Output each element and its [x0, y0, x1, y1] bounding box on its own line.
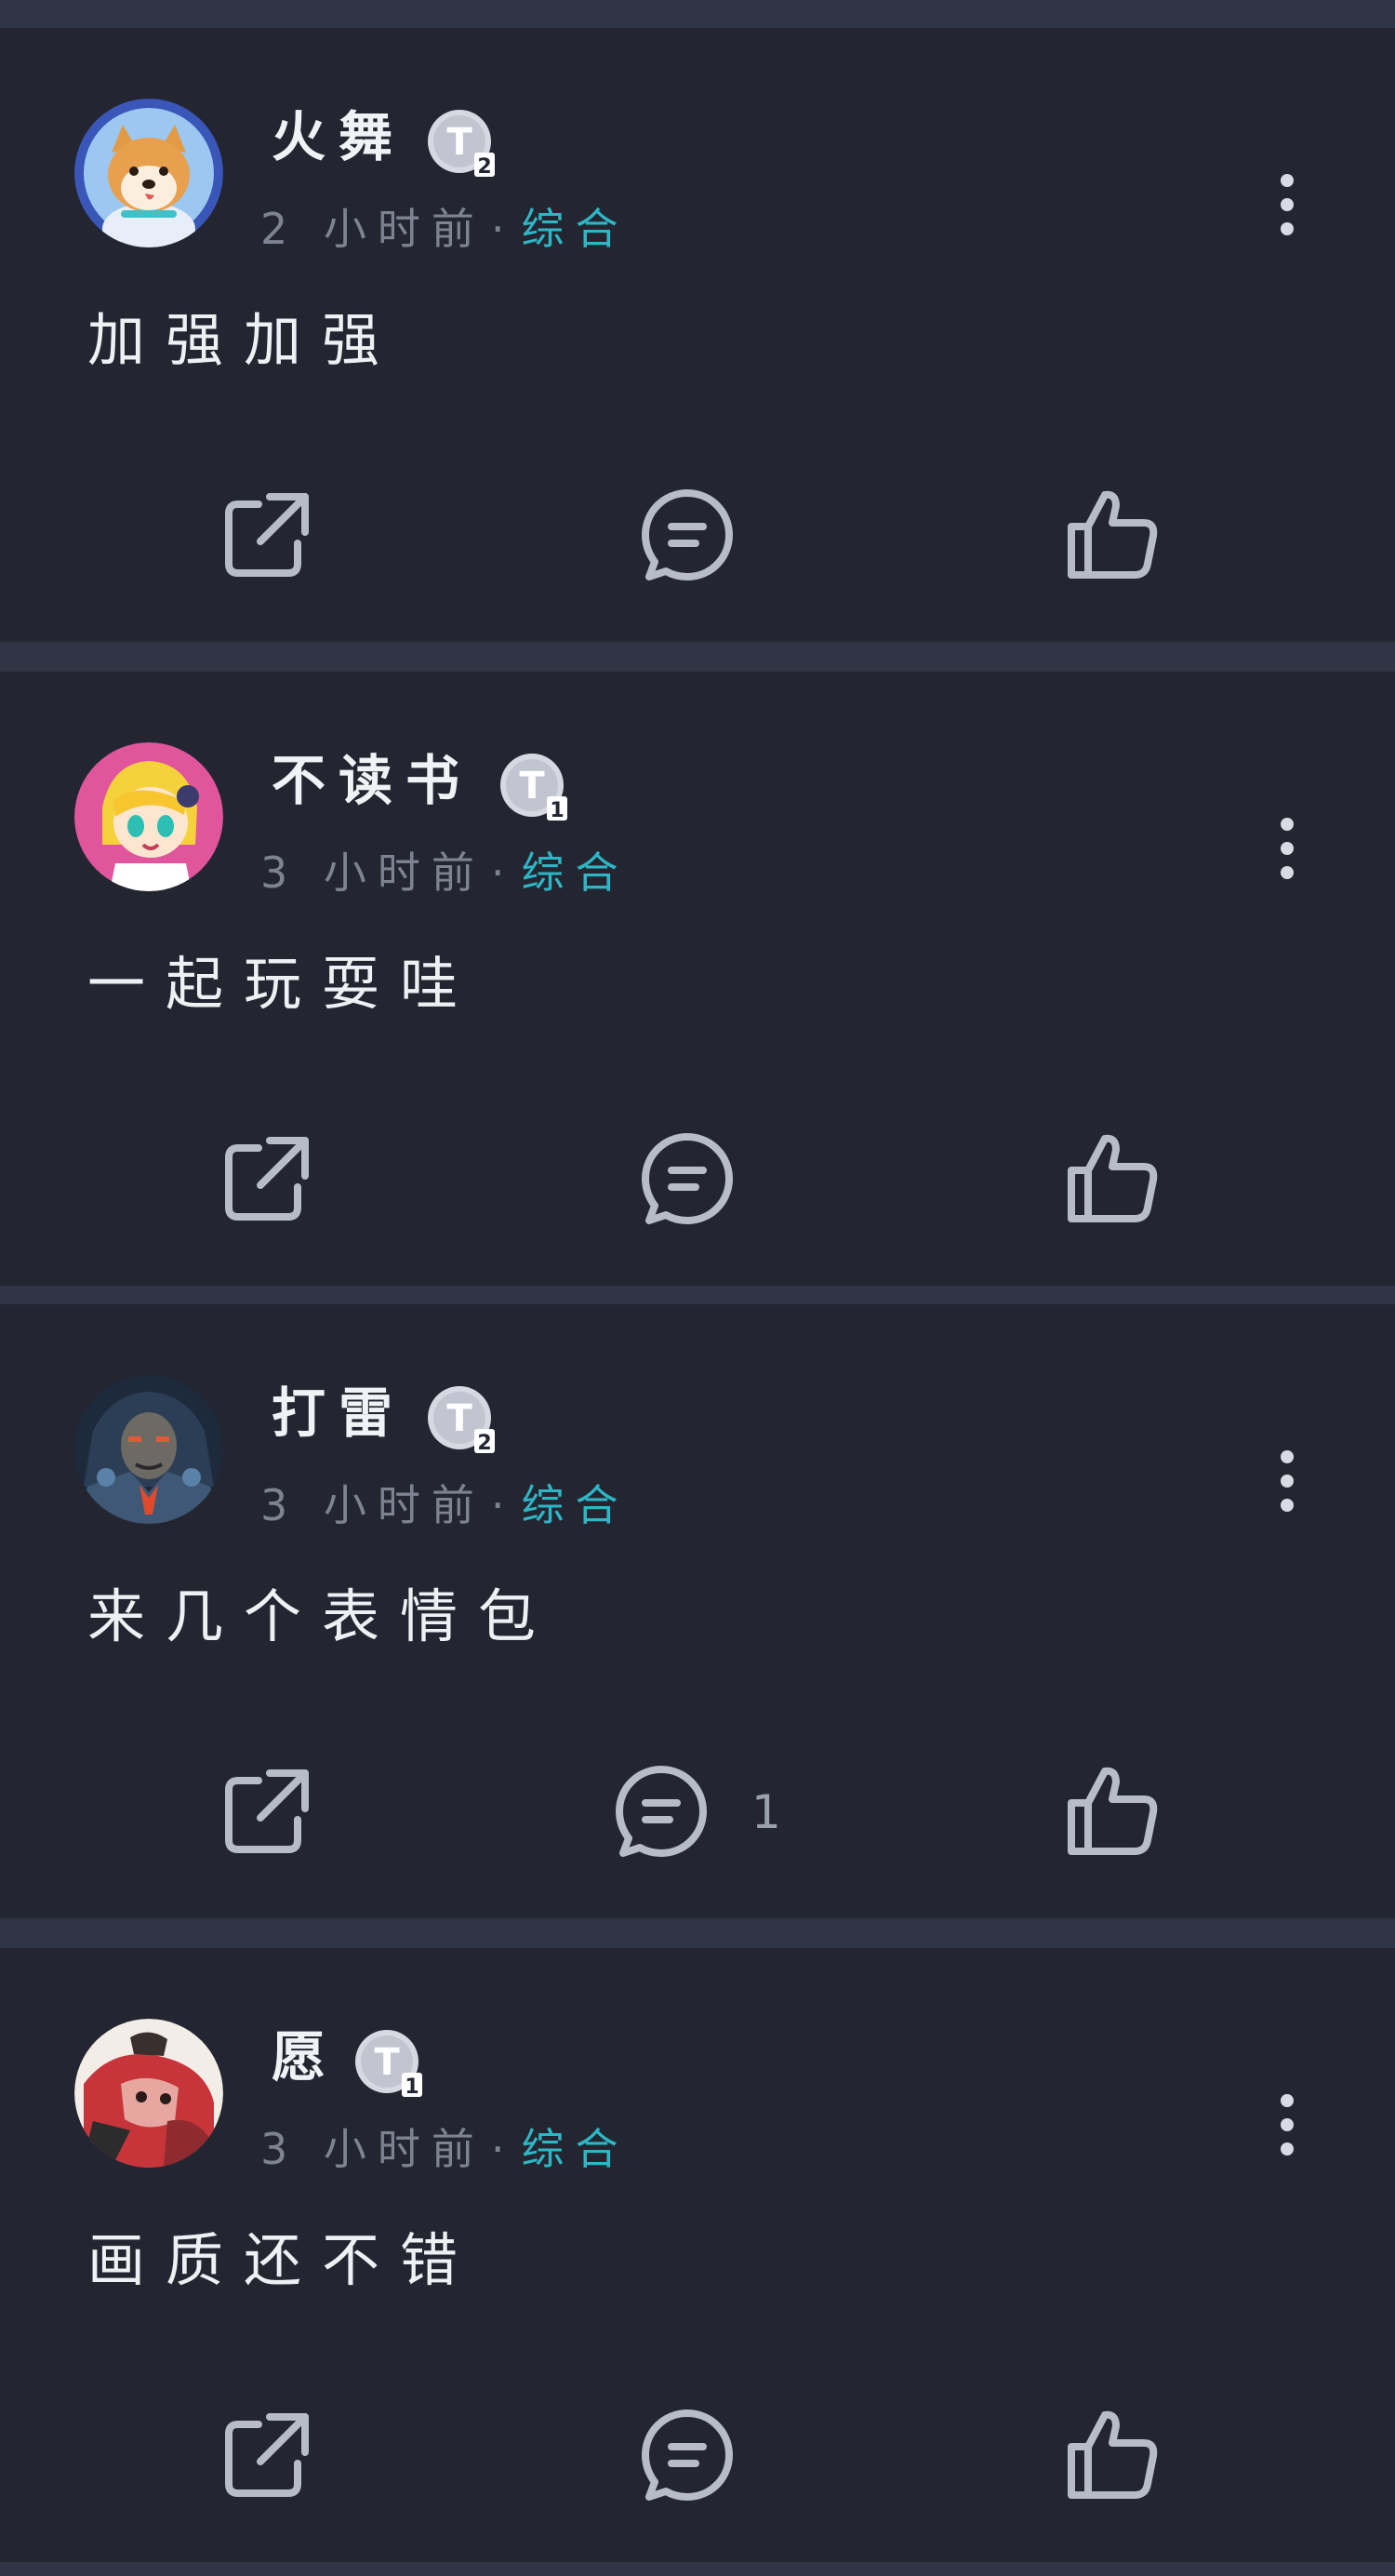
- category-link[interactable]: 综合: [522, 204, 630, 254]
- svg-text:T: T: [446, 121, 472, 164]
- meta-separator: ·: [490, 1480, 516, 1530]
- more-vertical-icon[interactable]: [1269, 2088, 1306, 2162]
- svg-text:T: T: [519, 765, 545, 808]
- share-icon[interactable]: [216, 1760, 318, 1862]
- post-meta: 3 小时前 · 综合: [260, 2121, 630, 2177]
- comment-icon[interactable]: [610, 1760, 712, 1862]
- post-meta: 3 小时前 · 综合: [260, 845, 630, 901]
- username[interactable]: 火舞: [272, 104, 405, 169]
- thumbs-up-icon[interactable]: [1062, 2404, 1164, 2506]
- thumbs-up-icon[interactable]: [1062, 1128, 1164, 1230]
- post-feed: 火舞 T 2 2 小时前 · 综合 加强加强 不读书 T 1 3 小时前 · 综…: [0, 0, 1395, 2576]
- username[interactable]: 不读书: [272, 748, 472, 813]
- post-card[interactable]: 打雷 T 2 3 小时前 · 综合 来几个表情包 1: [0, 1304, 1395, 1918]
- post-content[interactable]: 画质还不错: [87, 2223, 478, 2298]
- svg-text:1: 1: [550, 799, 564, 822]
- share-icon[interactable]: [216, 1128, 318, 1230]
- post-actions: [0, 1128, 1395, 1248]
- svg-text:T: T: [374, 2041, 400, 2084]
- post-time: 2 小时前: [260, 204, 485, 254]
- more-vertical-icon[interactable]: [1269, 1444, 1306, 1518]
- thumbs-up-icon[interactable]: [1062, 484, 1164, 586]
- post-actions: 1: [0, 1760, 1395, 1881]
- comment-icon[interactable]: [636, 484, 738, 586]
- comment-icon[interactable]: [636, 2404, 738, 2506]
- post-time: 3 小时前: [260, 2124, 485, 2174]
- post-content[interactable]: 来几个表情包: [87, 1580, 556, 1654]
- more-vertical-icon[interactable]: [1269, 811, 1306, 886]
- avatar[interactable]: [74, 2019, 223, 2168]
- share-icon[interactable]: [216, 484, 318, 586]
- category-link[interactable]: 综合: [522, 2124, 630, 2174]
- post-actions: [0, 2404, 1395, 2525]
- post-content[interactable]: 一起玩耍哇: [87, 947, 478, 1021]
- post-time: 3 小时前: [260, 848, 485, 898]
- post-meta: 2 小时前 · 综合: [260, 201, 630, 257]
- avatar[interactable]: [74, 742, 223, 891]
- svg-text:2: 2: [477, 155, 491, 179]
- category-link[interactable]: 综合: [522, 848, 630, 898]
- meta-separator: ·: [490, 204, 516, 254]
- post-card[interactable]: 火舞 T 2 2 小时前 · 综合 加强加强: [0, 28, 1395, 642]
- svg-text:2: 2: [477, 1432, 491, 1455]
- tier-badge-icon: T 1: [497, 750, 571, 824]
- meta-separator: ·: [490, 2124, 516, 2174]
- tier-badge-icon: T 1: [352, 2026, 426, 2101]
- post-card[interactable]: 愿 T 1 3 小时前 · 综合 画质还不错: [0, 1948, 1395, 2562]
- avatar[interactable]: [74, 99, 223, 247]
- comment-count: 1: [751, 1785, 781, 1839]
- username[interactable]: 愿: [272, 2024, 339, 2089]
- post-card[interactable]: 不读书 T 1 3 小时前 · 综合 一起玩耍哇: [0, 672, 1395, 1286]
- meta-separator: ·: [490, 848, 516, 898]
- comment-icon[interactable]: [636, 1128, 738, 1230]
- share-icon[interactable]: [216, 2404, 318, 2506]
- post-meta: 3 小时前 · 综合: [260, 1477, 630, 1533]
- avatar[interactable]: [74, 1375, 223, 1524]
- tier-badge-icon: T 2: [424, 1382, 498, 1457]
- username[interactable]: 打雷: [272, 1381, 405, 1446]
- more-vertical-icon[interactable]: [1269, 167, 1306, 242]
- post-actions: [0, 484, 1395, 605]
- svg-text:1: 1: [405, 2075, 418, 2099]
- category-link[interactable]: 综合: [522, 1480, 630, 1530]
- post-content[interactable]: 加强加强: [87, 303, 400, 378]
- thumbs-up-icon[interactable]: [1062, 1760, 1164, 1862]
- post-time: 3 小时前: [260, 1480, 485, 1530]
- tier-badge-icon: T 2: [424, 106, 498, 180]
- svg-text:T: T: [446, 1397, 472, 1440]
